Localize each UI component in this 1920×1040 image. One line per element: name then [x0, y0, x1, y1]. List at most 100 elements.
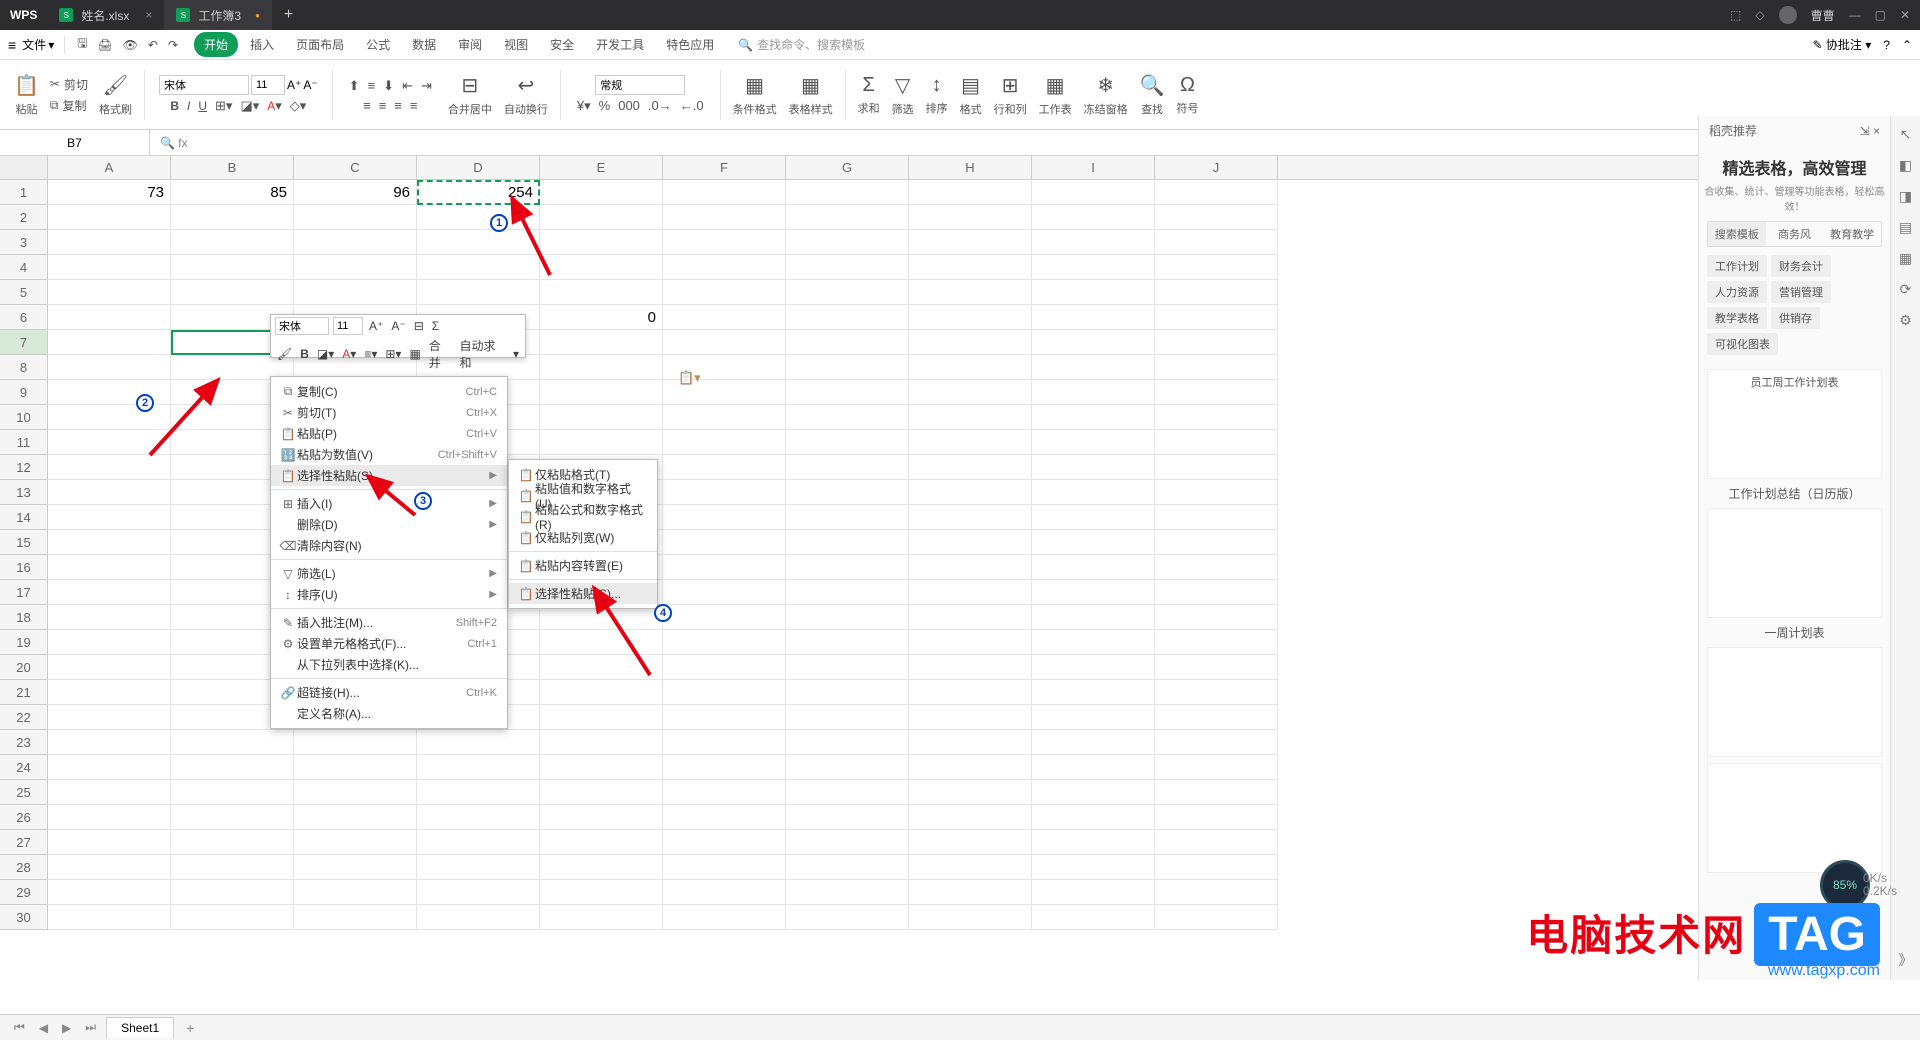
row-header[interactable]: 6	[0, 305, 48, 330]
cell-G20[interactable]	[786, 655, 909, 680]
cell-A26[interactable]	[48, 805, 171, 830]
chart-icon[interactable]: ▦	[1899, 250, 1912, 267]
col-header[interactable]: E	[540, 156, 663, 179]
cell-H5[interactable]	[909, 280, 1032, 305]
cell-H2[interactable]	[909, 205, 1032, 230]
submenu-item[interactable]: 📋仅粘贴列宽(W)	[509, 527, 657, 548]
cell-J3[interactable]	[1155, 230, 1278, 255]
tab-formula[interactable]: 公式	[356, 32, 400, 57]
cell-J5[interactable]	[1155, 280, 1278, 305]
cell-E10[interactable]	[540, 405, 663, 430]
cell-G18[interactable]	[786, 605, 909, 630]
row-header[interactable]: 28	[0, 855, 48, 880]
cell-J8[interactable]	[1155, 355, 1278, 380]
context-menu-item[interactable]: ✎插入批注(M)...Shift+F2	[271, 612, 507, 633]
cell-G23[interactable]	[786, 730, 909, 755]
cell-B30[interactable]	[171, 905, 294, 930]
cell-H9[interactable]	[909, 380, 1032, 405]
cell-F30[interactable]	[663, 905, 786, 930]
cut-button[interactable]: ✂剪切	[47, 75, 91, 94]
cell-F23[interactable]	[663, 730, 786, 755]
cell-C3[interactable]	[294, 230, 417, 255]
fill-color-icon[interactable]: ◪▾	[315, 347, 336, 361]
copy-button[interactable]: ⧉复制	[47, 96, 91, 115]
cell-A7[interactable]	[48, 330, 171, 355]
cell-E25[interactable]	[540, 780, 663, 805]
cell-I13[interactable]	[1032, 480, 1155, 505]
tag[interactable]: 人力资源	[1707, 281, 1767, 303]
row-header[interactable]: 19	[0, 630, 48, 655]
cell-D24[interactable]	[417, 755, 540, 780]
fx-icon[interactable]: 🔍 fx	[150, 136, 198, 150]
cell-A30[interactable]	[48, 905, 171, 930]
cell-F24[interactable]	[663, 755, 786, 780]
cell-A9[interactable]	[48, 380, 171, 405]
underline-icon[interactable]: U	[196, 97, 209, 115]
cell-B4[interactable]	[171, 255, 294, 280]
sort-button[interactable]: ↕排序	[922, 72, 952, 118]
collapse-ribbon-icon[interactable]: ⌃	[1902, 38, 1912, 52]
cell-D5[interactable]	[417, 280, 540, 305]
freeze-button[interactable]: ❄冻结窗格	[1080, 71, 1132, 119]
row-header[interactable]: 7	[0, 330, 48, 355]
print-preview-icon[interactable]: 👁	[121, 36, 140, 54]
file-menu[interactable]: 文件▾	[22, 36, 54, 53]
paste-options-icon[interactable]: 📋▾	[678, 370, 701, 386]
cell-F12[interactable]	[663, 455, 786, 480]
cell-I5[interactable]	[1032, 280, 1155, 305]
row-header[interactable]: 21	[0, 680, 48, 705]
bold-icon[interactable]: B	[168, 97, 181, 115]
cell-I2[interactable]	[1032, 205, 1155, 230]
tag[interactable]: 营销管理	[1771, 281, 1831, 303]
next-sheet-icon[interactable]: ▶	[58, 1021, 75, 1035]
cell-H20[interactable]	[909, 655, 1032, 680]
cursor-icon[interactable]: ↖	[1900, 126, 1912, 143]
align-top-icon[interactable]: ⬆	[347, 77, 362, 95]
cell-H25[interactable]	[909, 780, 1032, 805]
cell-E27[interactable]	[540, 830, 663, 855]
cell-H4[interactable]	[909, 255, 1032, 280]
cell-H19[interactable]	[909, 630, 1032, 655]
align-left-icon[interactable]: ≡	[361, 97, 373, 114]
row-header[interactable]: 1	[0, 180, 48, 205]
cell-I23[interactable]	[1032, 730, 1155, 755]
cell-J29[interactable]	[1155, 880, 1278, 905]
tag[interactable]: 教学表格	[1707, 307, 1767, 329]
tab-insert[interactable]: 插入	[240, 32, 284, 57]
tab-developer[interactable]: 开发工具	[586, 32, 654, 57]
cell-E1[interactable]	[540, 180, 663, 205]
cell-E9[interactable]	[540, 380, 663, 405]
cell-C5[interactable]	[294, 280, 417, 305]
tab-home[interactable]: 开始	[194, 32, 238, 57]
cell-H15[interactable]	[909, 530, 1032, 555]
cell-J13[interactable]	[1155, 480, 1278, 505]
cell-C23[interactable]	[294, 730, 417, 755]
cell-G16[interactable]	[786, 555, 909, 580]
template-card[interactable]	[1707, 647, 1882, 757]
cell-E20[interactable]	[540, 655, 663, 680]
cell-I8[interactable]	[1032, 355, 1155, 380]
cell-F29[interactable]	[663, 880, 786, 905]
cell-F4[interactable]	[663, 255, 786, 280]
new-tab-button[interactable]: +	[272, 6, 305, 24]
cell-C29[interactable]	[294, 880, 417, 905]
context-menu-item[interactable]: 从下拉列表中选择(K)...	[271, 654, 507, 675]
cell-D27[interactable]	[417, 830, 540, 855]
decrease-font-icon[interactable]: A⁻	[303, 78, 317, 92]
align-right-icon[interactable]: ≡	[392, 97, 404, 114]
search-tab[interactable]: 搜索模板	[1708, 222, 1766, 246]
col-header[interactable]: J	[1155, 156, 1278, 179]
row-header[interactable]: 15	[0, 530, 48, 555]
cell-C1[interactable]: 96	[294, 180, 417, 205]
row-header[interactable]: 29	[0, 880, 48, 905]
mini-autosum-label[interactable]: 自动求和	[458, 337, 507, 371]
cell-I3[interactable]	[1032, 230, 1155, 255]
cell-J26[interactable]	[1155, 805, 1278, 830]
cell-I28[interactable]	[1032, 855, 1155, 880]
cell-I12[interactable]	[1032, 455, 1155, 480]
cell-J17[interactable]	[1155, 580, 1278, 605]
cell-J16[interactable]	[1155, 555, 1278, 580]
close-icon[interactable]: ×	[1873, 124, 1880, 138]
cell-F21[interactable]	[663, 680, 786, 705]
cell-A25[interactable]	[48, 780, 171, 805]
